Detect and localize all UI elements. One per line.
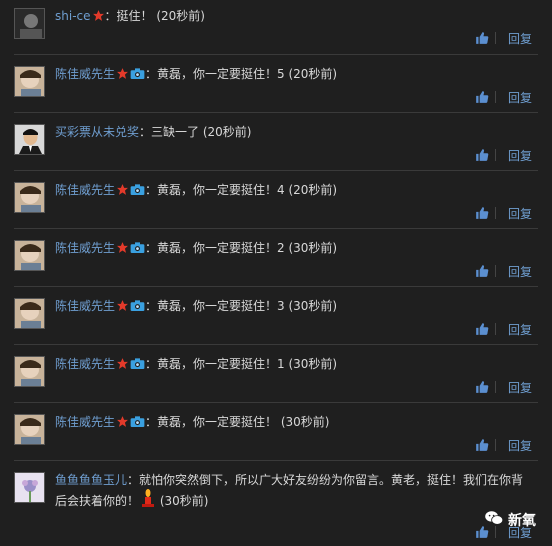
divider bbox=[14, 402, 538, 403]
divider bbox=[14, 112, 538, 113]
divider bbox=[494, 32, 496, 44]
star-badge-icon bbox=[92, 9, 105, 27]
username[interactable]: 鱼鱼鱼鱼玉儿 bbox=[55, 473, 127, 487]
reply-link[interactable]: 回复 bbox=[502, 437, 532, 454]
comment-text: ：黄磊，你一定要挺住！2 (30秒前) bbox=[145, 241, 338, 255]
avatar[interactable] bbox=[14, 414, 45, 445]
camera-badge-icon bbox=[130, 299, 145, 317]
divider bbox=[14, 170, 538, 171]
username[interactable]: 陈佳威先生 bbox=[55, 357, 115, 371]
username[interactable]: 陈佳威先生 bbox=[55, 183, 115, 197]
star-badge-icon bbox=[116, 357, 129, 375]
divider bbox=[494, 91, 496, 103]
thumbs-up-icon[interactable] bbox=[475, 206, 489, 220]
reply-link[interactable]: 回复 bbox=[502, 379, 532, 396]
divider bbox=[14, 286, 538, 287]
comment-text: ：挺住！ (20秒前) bbox=[104, 9, 205, 23]
comment-text: ：黄磊，你一定要挺住！5 (20秒前) bbox=[145, 67, 338, 81]
thumbs-up-icon[interactable] bbox=[475, 90, 489, 104]
watermark-text: 新氧 bbox=[508, 513, 536, 529]
divider bbox=[14, 228, 538, 229]
thumbs-up-icon[interactable] bbox=[475, 264, 489, 278]
thumbs-up-icon[interactable] bbox=[475, 148, 489, 162]
username[interactable]: 买彩票从未兑奖 bbox=[55, 125, 139, 139]
star-badge-icon bbox=[116, 299, 129, 317]
thumbs-up-icon[interactable] bbox=[475, 438, 489, 452]
timestamp: (30秒前) bbox=[156, 494, 209, 508]
comment-text: ：黄磊，你一定要挺住！3 (30秒前) bbox=[145, 299, 338, 313]
thumbs-up-icon[interactable] bbox=[475, 322, 489, 336]
reply-link[interactable]: 回复 bbox=[502, 321, 532, 338]
camera-badge-icon bbox=[130, 415, 145, 433]
divider bbox=[14, 54, 538, 55]
camera-badge-icon bbox=[130, 67, 145, 85]
divider bbox=[494, 207, 496, 219]
divider bbox=[494, 439, 496, 451]
username[interactable]: 陈佳威先生 bbox=[55, 299, 115, 313]
star-badge-icon bbox=[116, 183, 129, 201]
reply-link[interactable]: 回复 bbox=[502, 205, 532, 222]
avatar[interactable] bbox=[14, 472, 45, 503]
reply-link[interactable]: 回复 bbox=[502, 89, 532, 106]
comment-text: ：黄磊，你一定要挺住！1 (30秒前) bbox=[145, 357, 338, 371]
watermark: 新氧 bbox=[484, 510, 536, 530]
thumbs-up-icon[interactable] bbox=[475, 380, 489, 394]
camera-badge-icon bbox=[130, 241, 145, 259]
thumbs-up-icon[interactable] bbox=[475, 31, 489, 45]
avatar[interactable] bbox=[14, 124, 45, 155]
comment-text: ：黄磊，你一定要挺住！4 (20秒前) bbox=[145, 183, 338, 197]
camera-badge-icon bbox=[130, 183, 145, 201]
divider bbox=[494, 265, 496, 277]
username[interactable]: 陈佳威先生 bbox=[55, 415, 115, 429]
avatar[interactable] bbox=[14, 8, 45, 39]
candle-icon bbox=[140, 489, 156, 512]
reply-link[interactable]: 回复 bbox=[502, 263, 532, 280]
username[interactable]: shi-ce bbox=[55, 9, 91, 23]
avatar[interactable] bbox=[14, 298, 45, 329]
wechat-icon bbox=[484, 510, 504, 530]
star-badge-icon bbox=[116, 241, 129, 259]
divider bbox=[14, 460, 538, 461]
avatar[interactable] bbox=[14, 240, 45, 271]
avatar[interactable] bbox=[14, 182, 45, 213]
star-badge-icon bbox=[116, 67, 129, 85]
divider bbox=[494, 381, 496, 393]
reply-link[interactable]: 回复 bbox=[502, 30, 532, 47]
avatar[interactable] bbox=[14, 66, 45, 97]
reply-link[interactable]: 回复 bbox=[502, 147, 532, 164]
avatar[interactable] bbox=[14, 356, 45, 387]
divider bbox=[14, 344, 538, 345]
username[interactable]: 陈佳威先生 bbox=[55, 241, 115, 255]
comment-text: ：黄磊，你一定要挺住！ (30秒前) bbox=[145, 415, 330, 429]
camera-badge-icon bbox=[130, 357, 145, 375]
divider bbox=[494, 323, 496, 335]
comment-text: ：三缺一了 (20秒前) bbox=[139, 125, 252, 139]
star-badge-icon bbox=[116, 415, 129, 433]
username[interactable]: 陈佳威先生 bbox=[55, 67, 115, 81]
divider bbox=[494, 149, 496, 161]
